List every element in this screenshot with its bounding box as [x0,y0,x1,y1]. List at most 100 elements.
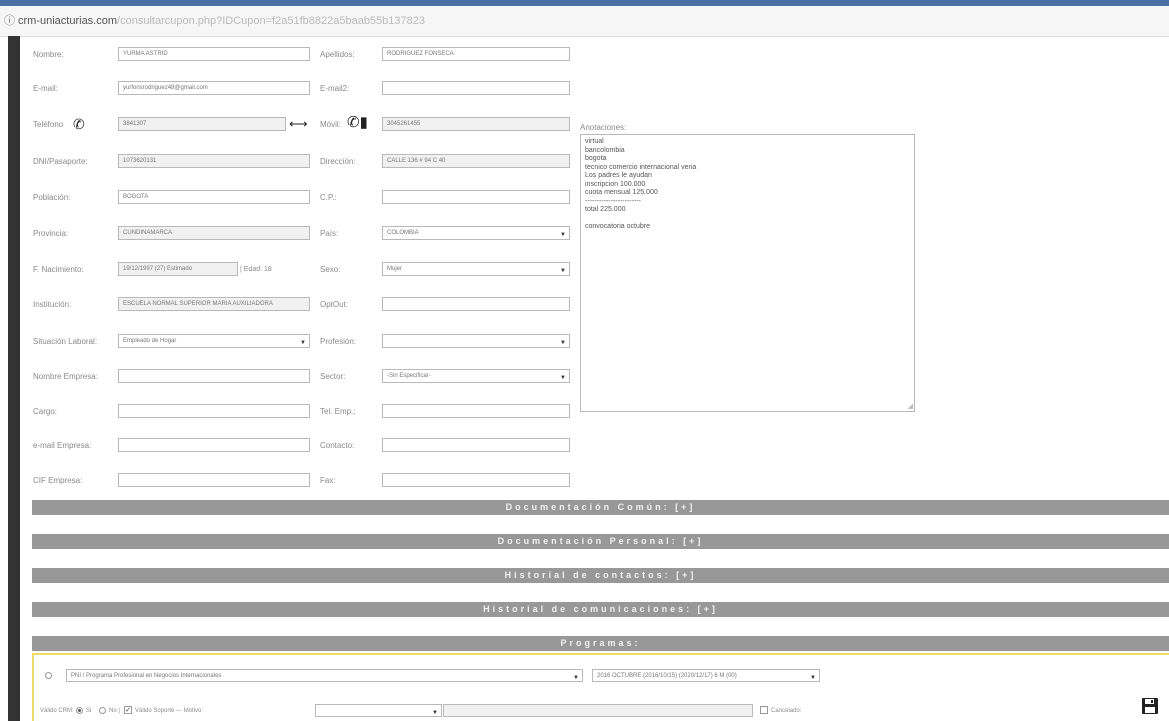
label-optout: OptOut: [320,300,349,309]
valido-soporte-checkbox[interactable]: ✓ [124,706,132,714]
label-direccion: Dirección: [320,157,356,166]
obs-line [585,215,910,224]
email2-input[interactable] [382,81,570,95]
url-domain: crm-uniacturias.com [18,15,118,27]
pais-value: COLOMBIA [387,230,419,236]
observaciones-textarea[interactable]: virtual bancolombia bogota tecnico comer… [580,134,915,412]
tel-empresa-input[interactable] [382,404,570,418]
valido-crm-no-label: No | [109,708,120,714]
convocatoria-select[interactable]: 2016 OCTUBRE (2016/10/15) (2020/12/17) 6… [592,669,820,682]
programa-select[interactable]: PNI / Programa Profesional en Negocios I… [66,669,583,682]
profesion-select[interactable]: ▼ [382,334,570,348]
edad-text: | Edad: 18 [240,266,272,273]
section-programas[interactable]: Programas: [32,636,1169,651]
motivo-select[interactable]: ▼ [315,704,442,717]
chevron-down-icon: ▼ [560,340,566,346]
obs-line: tecnico comercio internacional vena [585,163,697,171]
valido-crm-label: Válido CRM: [40,708,74,714]
url-path: /consultarcupon.php?IDCupon=f2a51fb8822a… [117,15,425,27]
movil-input[interactable]: 3045261455 [382,117,570,131]
situacion-select[interactable]: Empleado de Hogar ▼ [118,334,310,348]
section-documentacion-comun[interactable]: Documentación Común: [+] [32,500,1169,515]
contacto-input[interactable] [382,438,570,452]
valido-crm-si-label: Si [86,708,92,714]
section-historial-contactos[interactable]: Historial de contactos: [+] [32,568,1169,583]
cancelado-label: Cancelado: [771,708,802,714]
label-institucion: Institución: [33,300,72,309]
optout-input[interactable] [382,297,570,311]
empresa-input[interactable] [118,369,310,383]
label-cif: CIF Empresa: [33,476,83,485]
cp-input[interactable] [382,190,570,204]
obs-line: bogota [585,155,607,162]
nombre-input[interactable]: YURMA ASTRID [118,47,310,61]
section-historial-comunicaciones[interactable]: Historial de comunicaciones: [+] [32,602,1169,617]
cargo-input[interactable] [118,404,310,418]
chevron-down-icon: ▼ [560,375,566,381]
label-email: E-mail: [33,84,58,93]
obs-line: bancolombia [585,146,625,154]
phone-icon[interactable]: ✆ [73,117,85,131]
chevron-down-icon: ▼ [573,675,579,681]
situacion-value: Empleado de Hogar [123,338,177,344]
cif-input[interactable] [118,473,310,487]
resize-handle-icon[interactable]: ◢ [908,403,913,410]
info-circle-icon[interactable]: ⓘ [4,6,15,36]
chevron-down-icon: ▼ [432,710,438,716]
chevron-down-icon: ▼ [300,340,306,346]
label-situacion: Situación Laboral: [33,337,98,346]
obs-line: ------------------------ [585,197,641,205]
telefono-input[interactable]: 3841307 [118,117,286,131]
label-email2: E-mail2: [320,84,350,93]
section-documentacion-personal[interactable]: Documentación Personal: [+] [32,534,1169,549]
obs-line: convocatoria octubre [585,223,650,230]
dni-input[interactable]: 1073620131 [118,154,310,168]
label-fax: Fax: [320,476,336,485]
label-nacimiento: F. Nacimiento: [33,265,84,274]
obs-line: total 225.000 [585,206,626,213]
label-movil: Móvil: [320,120,341,129]
label-provincia: Provincia: [33,229,69,238]
label-poblacion: Población: [33,193,71,202]
sexo-select[interactable]: Mujer ▼ [382,262,570,276]
label-dni: DNI/Pasaporte: [33,157,88,166]
apellidos-input[interactable]: RODRIGUEZ FONSECA [382,47,570,61]
valido-crm-si-radio[interactable] [76,707,83,714]
direccion-input[interactable]: CALLE 136 # 94 C 40 [382,154,570,168]
mobile-phone-icon[interactable]: ✆▮ [347,115,368,130]
label-profesion: Profesión: [320,337,357,346]
address-bar[interactable]: ⓘ crm-uniacturias.com/consultarcupon.php… [0,6,1169,37]
cancelado-checkbox[interactable] [760,706,768,714]
left-sidebar-strip [8,36,20,721]
obs-line: virtual [585,138,604,145]
chevron-down-icon: ▼ [810,675,816,681]
url-text[interactable]: crm-uniacturias.com/consultarcupon.php?I… [18,6,425,36]
label-cargo: Cargo: [33,407,58,416]
valido-crm-no-radio[interactable] [99,707,106,714]
swap-arrows-icon[interactable]: ⟷ [289,117,308,131]
obs-line: cuota mensual 125.000 [585,189,658,196]
chevron-down-icon: ▼ [560,268,566,274]
label-tel-empresa: Tel. Emp.: [320,407,356,416]
email-input[interactable]: yurfonsrodriguez48@gmail.com [118,81,310,95]
email-empresa-input[interactable] [118,438,310,452]
label-apellidos: Apellidos: [320,50,355,59]
sector-select[interactable]: -Sin Especificar- ▼ [382,369,570,383]
label-nombre: Nombre: [33,50,64,59]
chevron-down-icon: ▼ [560,232,566,238]
motivo-text-input[interactable] [443,704,753,717]
provincia-input[interactable]: CUNDINAMARCA [118,226,310,240]
label-telefono: Teléfono [33,120,64,129]
pais-select[interactable]: COLOMBIA ▼ [382,226,570,240]
sector-value: -Sin Especificar- [387,373,431,379]
obs-line: Los padres le ayudan [585,172,652,179]
institucion-input[interactable]: ESCUELA NORMAL SUPERIOR MARIA AUXILIADOR… [118,297,310,311]
floppy-disk-icon[interactable] [1141,697,1159,715]
nacimiento-input[interactable]: 19/12/1997 (27) Estimado [118,262,238,276]
fax-input[interactable] [382,473,570,487]
valido-soporte-label: Válido Soporte --- Motivo: [135,708,204,714]
programa-radio[interactable] [45,672,52,679]
poblacion-input[interactable]: BOGOTA [118,190,310,204]
label-contacto: Contacto: [320,441,355,450]
label-email-empresa: e-mail Empresa: [33,441,92,450]
